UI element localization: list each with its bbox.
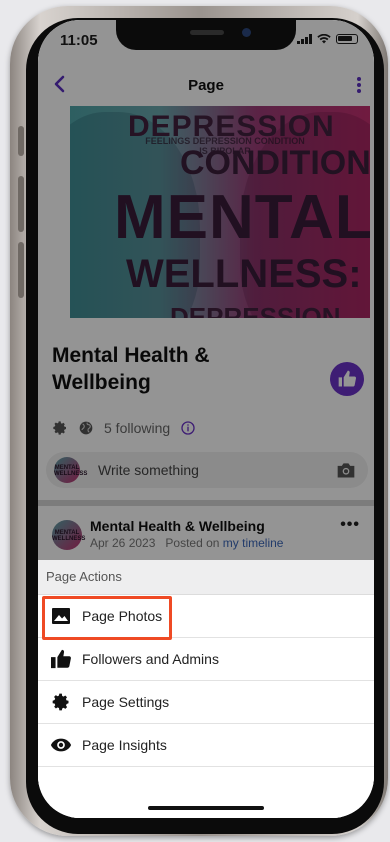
action-page-settings[interactable]: Page Settings bbox=[38, 681, 374, 724]
eye-icon bbox=[50, 734, 72, 756]
action-label: Page Settings bbox=[82, 694, 170, 710]
front-camera bbox=[242, 28, 251, 37]
action-page-photos[interactable]: Page Photos bbox=[38, 595, 374, 638]
cellular-signal-icon bbox=[297, 34, 312, 44]
action-page-insights[interactable]: Page Insights bbox=[38, 724, 374, 767]
gear-icon bbox=[50, 691, 72, 713]
speaker bbox=[190, 30, 224, 35]
mute-switch bbox=[18, 126, 24, 156]
action-label: Page Insights bbox=[82, 737, 167, 753]
status-icons bbox=[297, 34, 358, 44]
thumbs-up-icon bbox=[50, 648, 72, 670]
action-label: Followers and Admins bbox=[82, 651, 219, 667]
page-actions-sheet: Page Actions Page Photos Followers and A… bbox=[38, 560, 374, 818]
screen: 11:05 Page DEPRESSION FEELINGS DEPRESSIO… bbox=[38, 20, 374, 818]
action-followers-admins[interactable]: Followers and Admins bbox=[38, 638, 374, 681]
action-label: Page Photos bbox=[82, 608, 163, 624]
modal-overlay[interactable] bbox=[38, 20, 374, 560]
photo-icon bbox=[50, 605, 72, 627]
volume-up-button bbox=[18, 176, 24, 232]
battery-icon bbox=[336, 34, 358, 44]
sheet-header: Page Actions bbox=[38, 560, 374, 595]
home-indicator bbox=[148, 806, 264, 810]
status-time: 11:05 bbox=[60, 32, 98, 49]
volume-down-button bbox=[18, 242, 24, 298]
wifi-icon bbox=[317, 34, 331, 44]
notch bbox=[116, 20, 296, 50]
